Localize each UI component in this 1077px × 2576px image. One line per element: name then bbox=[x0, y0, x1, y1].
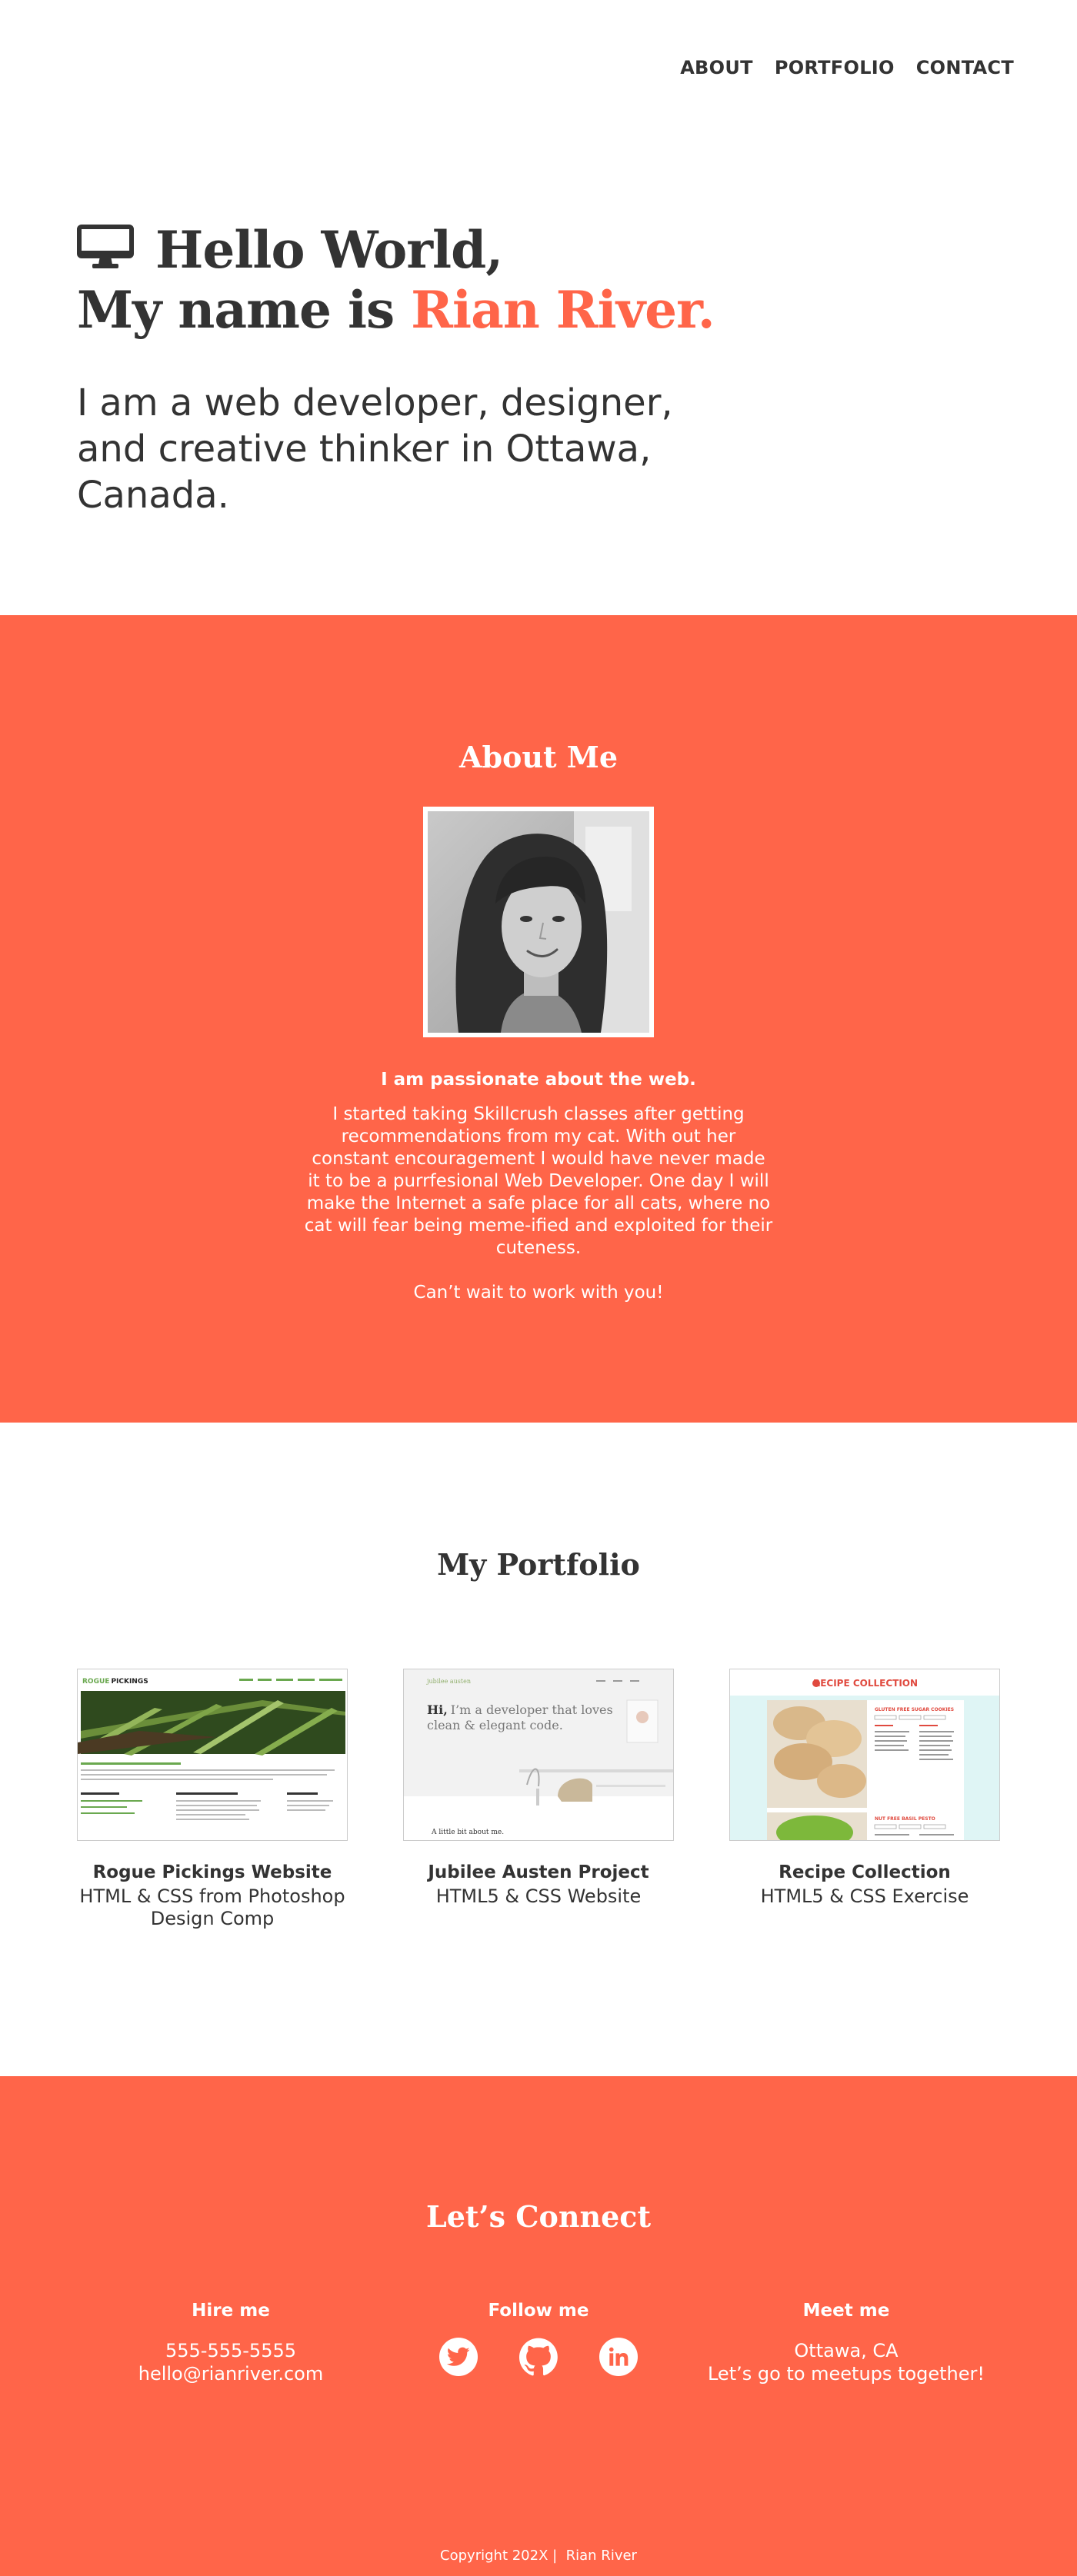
thumb-tagline-2: clean & elegant code. bbox=[427, 1718, 563, 1732]
hire-me-heading: Hire me bbox=[192, 2301, 270, 2321]
meet-me-heading: Meet me bbox=[802, 2301, 890, 2321]
portfolio-thumbnail[interactable]: ROGUE PICKINGS bbox=[77, 1669, 348, 1841]
about-cta: Can’t wait to work with you! bbox=[413, 1283, 664, 1303]
main-nav: ABOUT PORTFOLIO CONTACT bbox=[680, 57, 1014, 78]
rogue-pickings-screenshot: ROGUE PICKINGS bbox=[78, 1669, 347, 1840]
phone-number[interactable]: 555-555-5555 bbox=[77, 2339, 385, 2362]
portfolio-section: My Portfolio ROGUE PICKINGS Rogue Pickin… bbox=[0, 1423, 1077, 2076]
connect-columns: Hire me 555-555-5555 hello@rianriver.com… bbox=[77, 2301, 1000, 2385]
github-icon[interactable] bbox=[519, 2338, 558, 2376]
follow-me-heading: Follow me bbox=[488, 2301, 589, 2321]
portfolio-card-jubilee-austen[interactable]: jubilee austen Hi, I’m a developer that l… bbox=[403, 1669, 674, 1930]
hire-me-column: Hire me 555-555-5555 hello@rianriver.com bbox=[77, 2301, 385, 2385]
twitter-icon[interactable] bbox=[439, 2338, 478, 2376]
hero-greeting: Hello World, bbox=[155, 220, 503, 280]
about-body: I started taking Skillcrush classes afte… bbox=[304, 1104, 773, 1258]
thumb-brand-a: ROGUE bbox=[82, 1678, 109, 1686]
location: Ottawa, CA bbox=[794, 2340, 899, 2361]
hero-subtitle: I am a web developer, designer, and crea… bbox=[77, 381, 673, 517]
portfolio-card-subtitle: HTML & CSS from Photoshop Design Comp bbox=[79, 1885, 345, 1929]
about-section: About Me I am passionate about the web. … bbox=[0, 615, 1077, 1423]
portfolio-thumbnail[interactable]: RECIPE COLLECTION GLUTEN FREE SUGAR COOK… bbox=[729, 1669, 1000, 1841]
portfolio-card-rogue-pickings[interactable]: ROGUE PICKINGS Rogue Pickings Website HT… bbox=[77, 1669, 348, 1930]
thumb-card-1: GLUTEN FREE SUGAR COOKIES bbox=[875, 1707, 954, 1712]
hero-name-prefix: My name is bbox=[77, 280, 412, 340]
copyright: Copyright 202X | Rian River bbox=[440, 2548, 637, 2564]
recipe-collection-screenshot: RECIPE COLLECTION GLUTEN FREE SUGAR COOK… bbox=[730, 1669, 999, 1840]
thumb-brand-b: PICKINGS bbox=[111, 1678, 148, 1686]
desktop-monitor-icon bbox=[77, 225, 134, 268]
portfolio-grid: ROGUE PICKINGS Rogue Pickings Website HT… bbox=[77, 1669, 1000, 1930]
portfolio-title: My Portfolio bbox=[437, 1547, 640, 1582]
portfolio-card-title[interactable]: Jubilee Austen Project bbox=[403, 1862, 674, 1882]
about-title: About Me bbox=[458, 740, 619, 774]
portfolio-thumbnail[interactable]: jubilee austen Hi, I’m a developer that l… bbox=[403, 1669, 674, 1841]
thumb-footer: A little bit about me. bbox=[431, 1829, 504, 1836]
portfolio-card-title[interactable]: Recipe Collection bbox=[729, 1862, 1000, 1882]
connect-title: Let’s Connect bbox=[425, 2199, 651, 2234]
thumb-brand: jubilee austen bbox=[426, 1678, 471, 1685]
thumb-hi: Hi, bbox=[427, 1702, 448, 1717]
hero-title: Hello World, My name is Rian River. bbox=[77, 220, 1000, 340]
nav-about-link[interactable]: ABOUT bbox=[680, 57, 753, 78]
hero-title-line2: My name is Rian River. bbox=[77, 280, 1000, 340]
hero-section: Hello World, My name is Rian River. I am… bbox=[77, 220, 1000, 518]
portfolio-card-title[interactable]: Rogue Pickings Website bbox=[77, 1862, 348, 1882]
meet-me-column: Meet me Ottawa, CA Let’s go to meetups t… bbox=[692, 2301, 1000, 2385]
portfolio-card-subtitle: HTML5 & CSS Exercise bbox=[760, 1885, 969, 1907]
meetup-note: Let’s go to meetups together! bbox=[707, 2363, 985, 2385]
profile-photo bbox=[423, 807, 654, 1037]
connect-section: Let’s Connect Hire me 555-555-5555 hello… bbox=[0, 2076, 1077, 2576]
linkedin-icon[interactable] bbox=[599, 2338, 638, 2376]
jubilee-austen-screenshot: jubilee austen Hi, I’m a developer that l… bbox=[404, 1669, 673, 1840]
social-icons bbox=[385, 2338, 692, 2376]
nav-contact-link[interactable]: CONTACT bbox=[916, 57, 1014, 78]
hero-title-line1: Hello World, bbox=[77, 220, 1000, 280]
thumb-card-2: NUT FREE BASIL PESTO bbox=[875, 1816, 935, 1822]
nav-portfolio-link[interactable]: PORTFOLIO bbox=[775, 57, 895, 78]
email-address[interactable]: hello@rianriver.com bbox=[77, 2362, 385, 2385]
follow-me-column: Follow me bbox=[385, 2301, 692, 2385]
thumb-tagline-1: I’m a developer that loves bbox=[451, 1702, 613, 1717]
profile-photo-image bbox=[428, 811, 649, 1033]
portfolio-card-recipe-collection[interactable]: RECIPE COLLECTION GLUTEN FREE SUGAR COOK… bbox=[729, 1669, 1000, 1930]
portfolio-card-subtitle: HTML5 & CSS Website bbox=[435, 1885, 642, 1907]
thumb-brand: RECIPE COLLECTION bbox=[813, 1678, 918, 1689]
about-heading: I am passionate about the web. bbox=[381, 1070, 696, 1090]
hero-name: Rian River. bbox=[411, 280, 715, 340]
svg-text:ROGUEPICKINGS: ROGUE PICKINGS bbox=[82, 1678, 148, 1686]
svg-text:Hi,I’m a developer that loves: Hi, I’m a developer that loves bbox=[427, 1702, 613, 1717]
